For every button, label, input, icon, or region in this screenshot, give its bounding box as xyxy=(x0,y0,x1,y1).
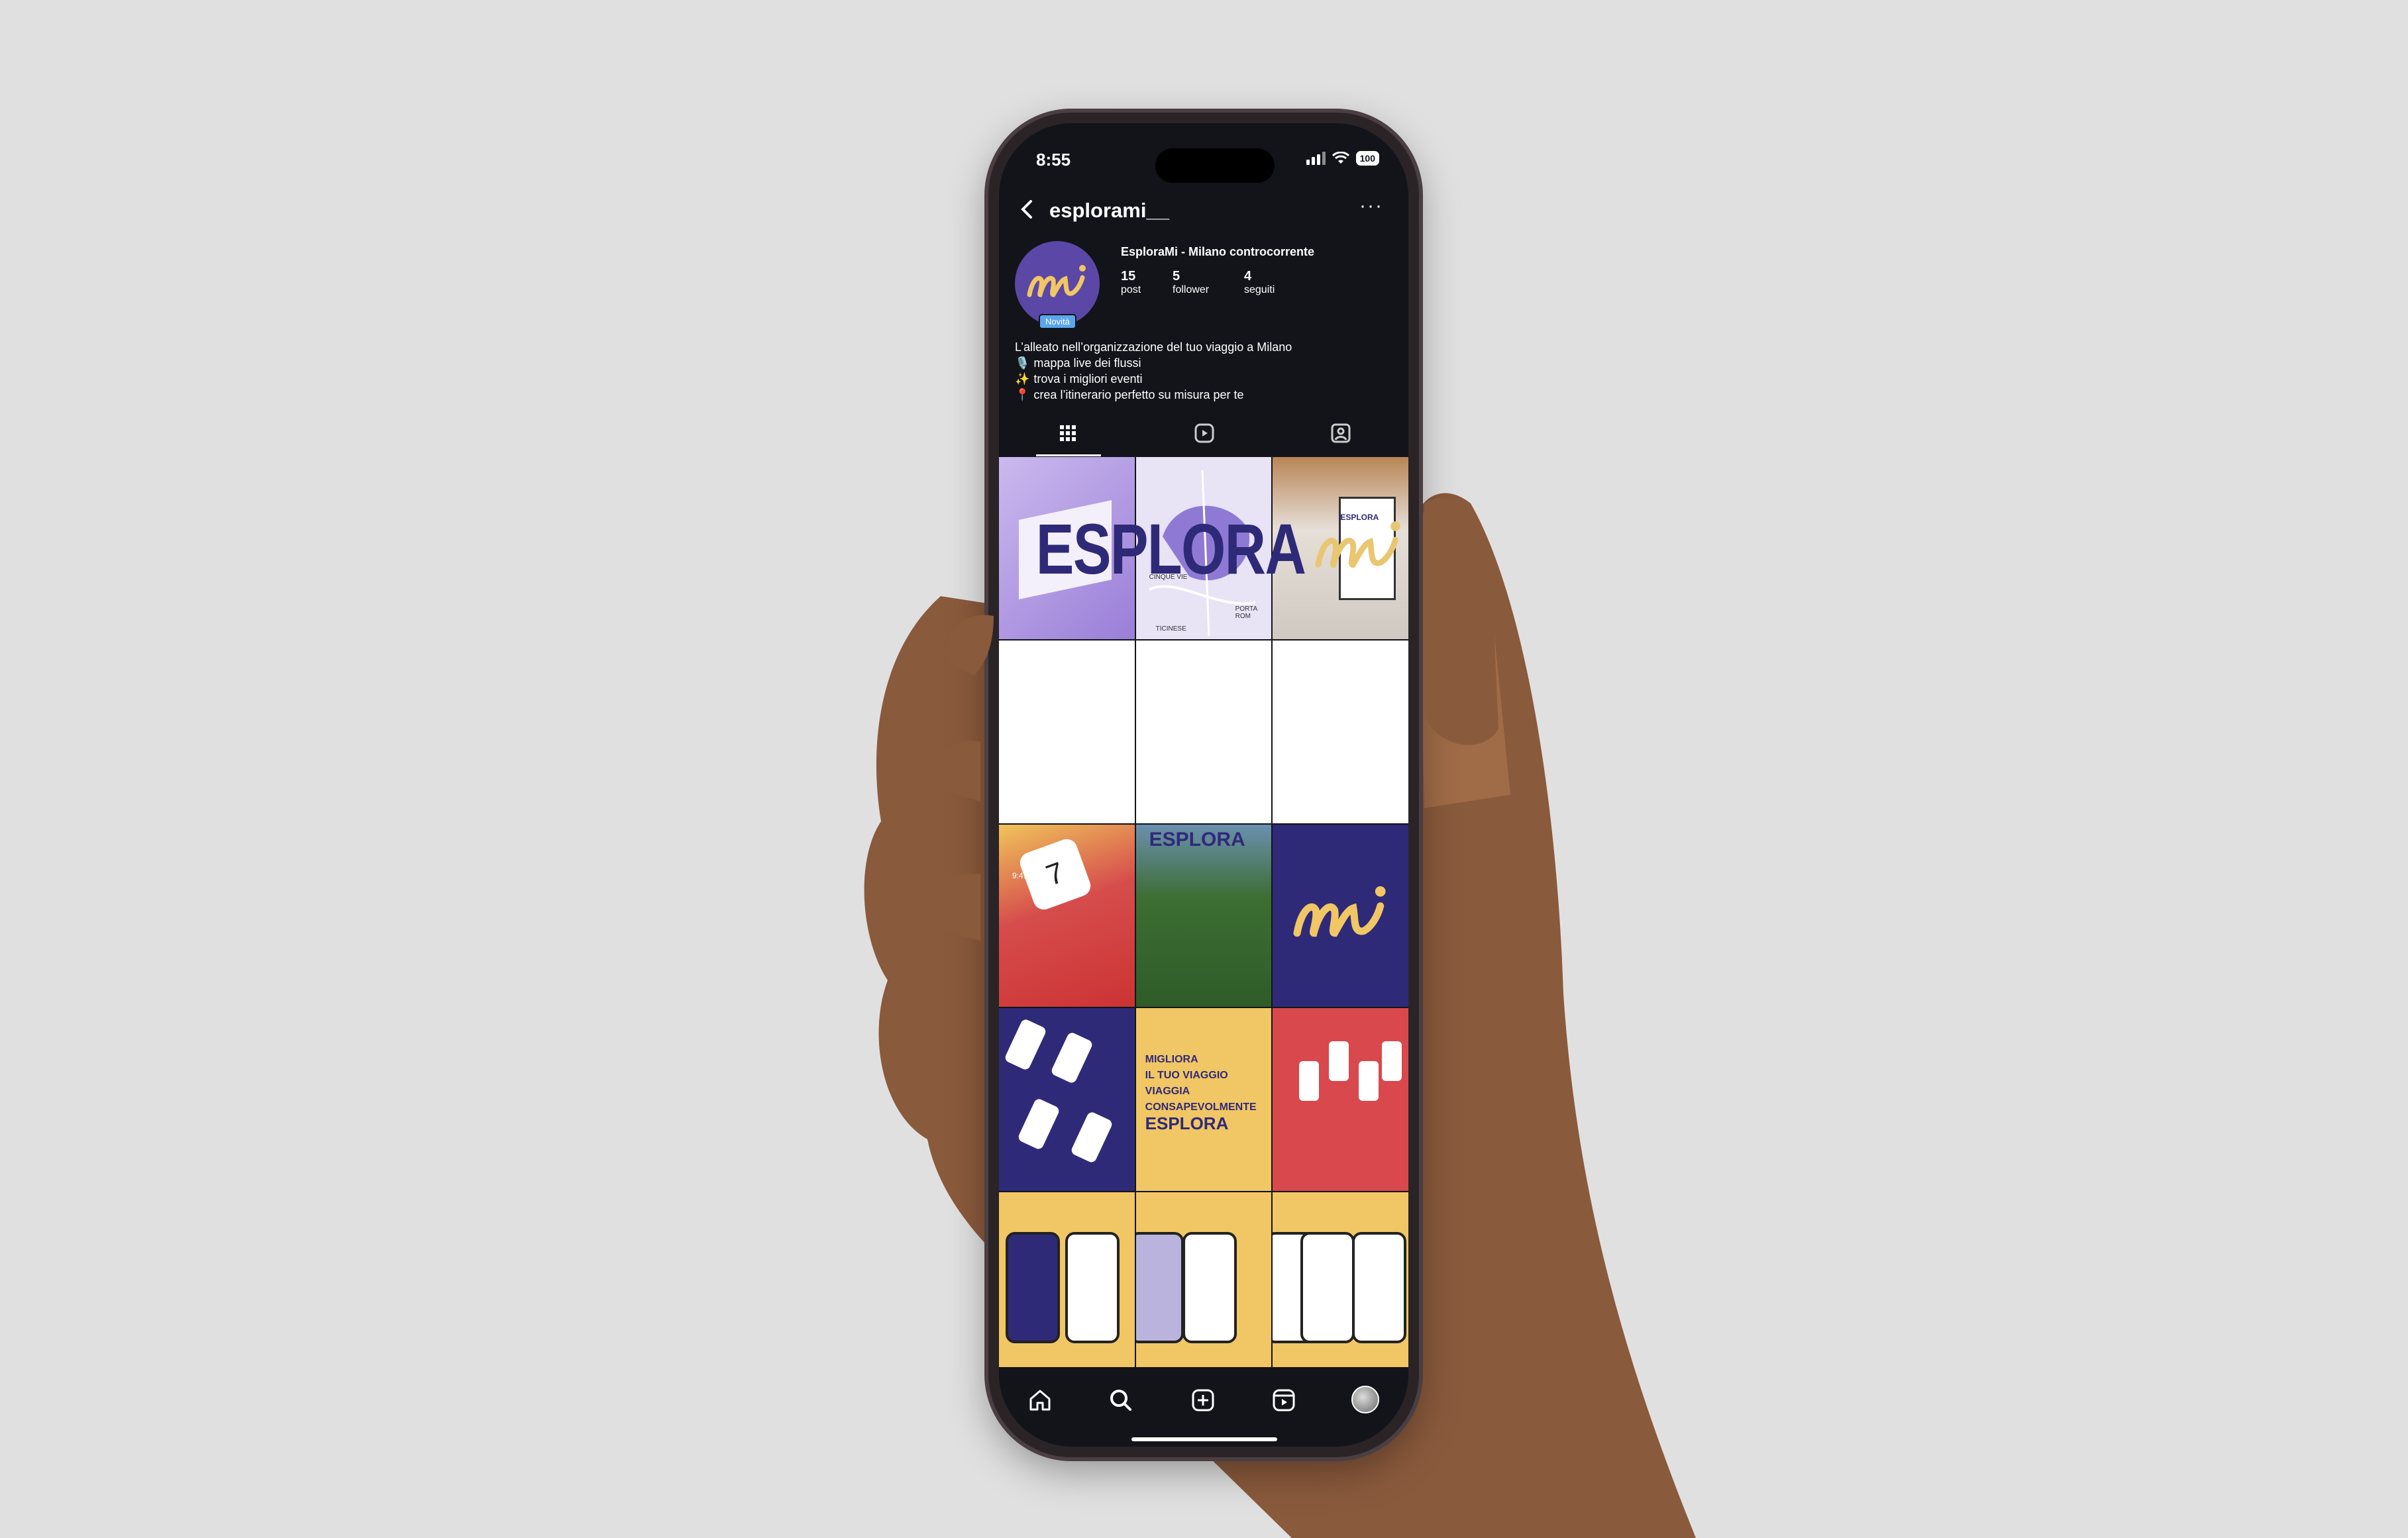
thumb-illustration xyxy=(926,497,1498,941)
